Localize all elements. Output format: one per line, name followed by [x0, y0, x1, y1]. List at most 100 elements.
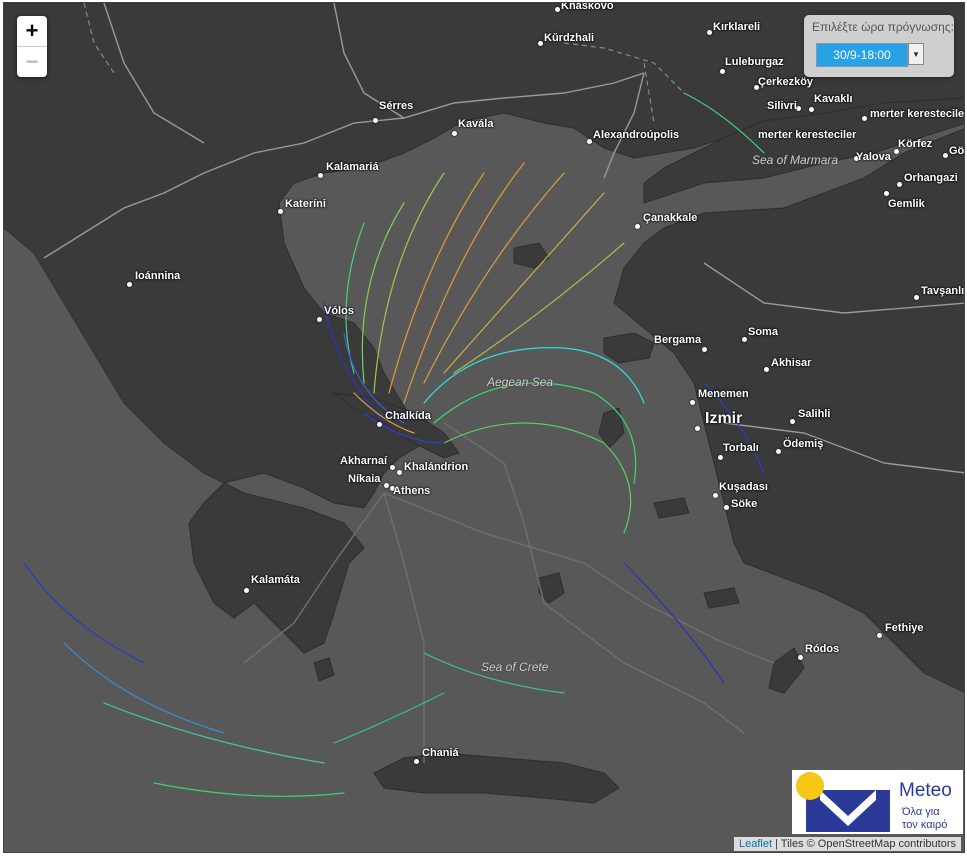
place-label: Sérres: [379, 100, 414, 112]
place-label: Menemen: [698, 388, 749, 400]
forecast-time-select[interactable]: 30/9-18:00: [816, 43, 908, 67]
city-dot: [695, 426, 700, 431]
wind-stream-2: [423, 172, 565, 384]
city-dot: [809, 107, 814, 112]
wind-stream-6: [373, 172, 445, 394]
zoom-in-button[interactable]: +: [17, 16, 47, 46]
meteo-logo: Meteo Όλα για τον καιρό: [792, 770, 963, 834]
city-dot: [397, 470, 402, 475]
city-dot: [384, 483, 389, 488]
city-dot: [702, 347, 707, 352]
city-dot: [897, 182, 902, 187]
city-dot: [720, 69, 725, 74]
city-dot: [713, 493, 718, 498]
attribution: Leaflet | Tiles © OpenStreetMap contribu…: [733, 837, 961, 851]
place-label: Akhisar: [771, 357, 812, 369]
wind-stream-21: [333, 692, 445, 744]
place-label: Vólos: [324, 305, 354, 317]
ferry-route-2: [383, 492, 775, 664]
place-label: Chaniá: [422, 747, 459, 759]
place-label: Athens: [393, 485, 431, 497]
sea-label: Sea of Crete: [481, 660, 549, 674]
city-dot: [317, 317, 322, 322]
city-dot: [776, 449, 781, 454]
attribution-text: | Tiles © OpenStreetMap contributors: [772, 838, 956, 850]
place-label: Kateríni: [285, 198, 326, 210]
city-dot: [244, 588, 249, 593]
land-kythira: [313, 657, 335, 682]
city-dot: [718, 455, 723, 460]
city-dot: [278, 209, 283, 214]
city-dot: [452, 131, 457, 136]
city-dot: [377, 422, 382, 427]
place-label: Alexandroúpolis: [593, 129, 680, 141]
logo-brand: Meteo: [899, 780, 952, 801]
chevron-down-icon[interactable]: ▾: [908, 43, 924, 65]
zoom-control: + −: [17, 16, 47, 77]
zoom-out-button[interactable]: −: [17, 46, 47, 77]
place-label: Akharnaí: [340, 455, 388, 467]
city-dot: [943, 153, 948, 158]
ferry-route-1: [383, 492, 425, 763]
city-dot: [724, 505, 729, 510]
wind-stream-18: [153, 782, 345, 797]
place-label: Kalamariá: [326, 161, 379, 173]
place-label: Yalova: [856, 151, 891, 163]
meteo-logo-mark: [796, 772, 890, 832]
land-lesvos: [603, 332, 655, 364]
place-label: Ródos: [805, 643, 840, 655]
place-label: Söke: [731, 498, 758, 510]
city-dot: [318, 173, 323, 178]
place-label: Orhangazi: [904, 172, 958, 184]
place-label: Körfez: [898, 138, 933, 150]
place-label: Torbalı: [723, 442, 759, 454]
place-label: Chalkída: [385, 410, 431, 422]
forecast-time-picker: Επιλέξτε ώρα πρόγνωσης: 30/9-18:00 ▾: [804, 15, 954, 77]
place-label: Ödemiş: [783, 438, 824, 450]
city-dot: [390, 465, 395, 470]
place-label: Soma: [748, 326, 778, 338]
logo-tagline: Όλα για τον καιρό: [902, 806, 947, 832]
city-dot: [914, 295, 919, 300]
city-dot: [862, 116, 867, 121]
forecast-time-label: Επιλέξτε ώρα πρόγνωσης:: [812, 20, 954, 34]
place-label: Kŭrdzhali: [544, 32, 595, 44]
place-label: Gö: [949, 145, 965, 157]
place-label: Gemlik: [888, 198, 925, 210]
city-dot: [742, 337, 747, 342]
leaflet-link[interactable]: Leaflet: [739, 838, 772, 850]
place-label: merter keresteciler: [870, 108, 965, 120]
city-dot: [790, 419, 795, 424]
place-label: Khalándrion: [404, 461, 469, 473]
logo-tagline-line2: τον καιρό: [902, 819, 948, 831]
place-label: Kalamáta: [251, 574, 300, 586]
city-dot: [764, 367, 769, 372]
city-dot: [798, 655, 803, 660]
sea-label: Sea of Marmara: [752, 153, 839, 167]
city-dot: [635, 224, 640, 229]
place-label: Kavaklı: [814, 93, 853, 105]
place-label: Çanakkale: [643, 212, 698, 224]
place-label: Çerkezköy: [758, 76, 814, 88]
map[interactable]: Khaskovo Kırklareli Kŭrdzhali Luleburgaz…: [3, 2, 965, 853]
place-label: Luleburgaz: [725, 56, 784, 68]
land-kos: [703, 587, 740, 609]
place-label: Níkaia: [348, 473, 381, 485]
city-dot: [127, 282, 132, 287]
city-dot: [587, 139, 592, 144]
place-label: Salihli: [798, 408, 831, 420]
land-samos: [653, 497, 690, 519]
place-label: Tavşanlı: [921, 285, 965, 297]
wind-stream-3: [443, 192, 605, 374]
city-dot: [373, 118, 378, 123]
place-label: Khaskovo: [561, 2, 614, 12]
wind-stream-16: [103, 702, 325, 764]
land-lemnos: [513, 242, 550, 269]
place-label: Ioánnina: [135, 270, 181, 282]
place-label-major: Izmir: [705, 410, 743, 427]
sea-label: Aegean Sea: [487, 375, 554, 389]
wind-stream-17: [63, 642, 225, 734]
city-dot: [707, 30, 712, 35]
city-dot: [555, 7, 560, 12]
land-crete: [373, 752, 620, 804]
